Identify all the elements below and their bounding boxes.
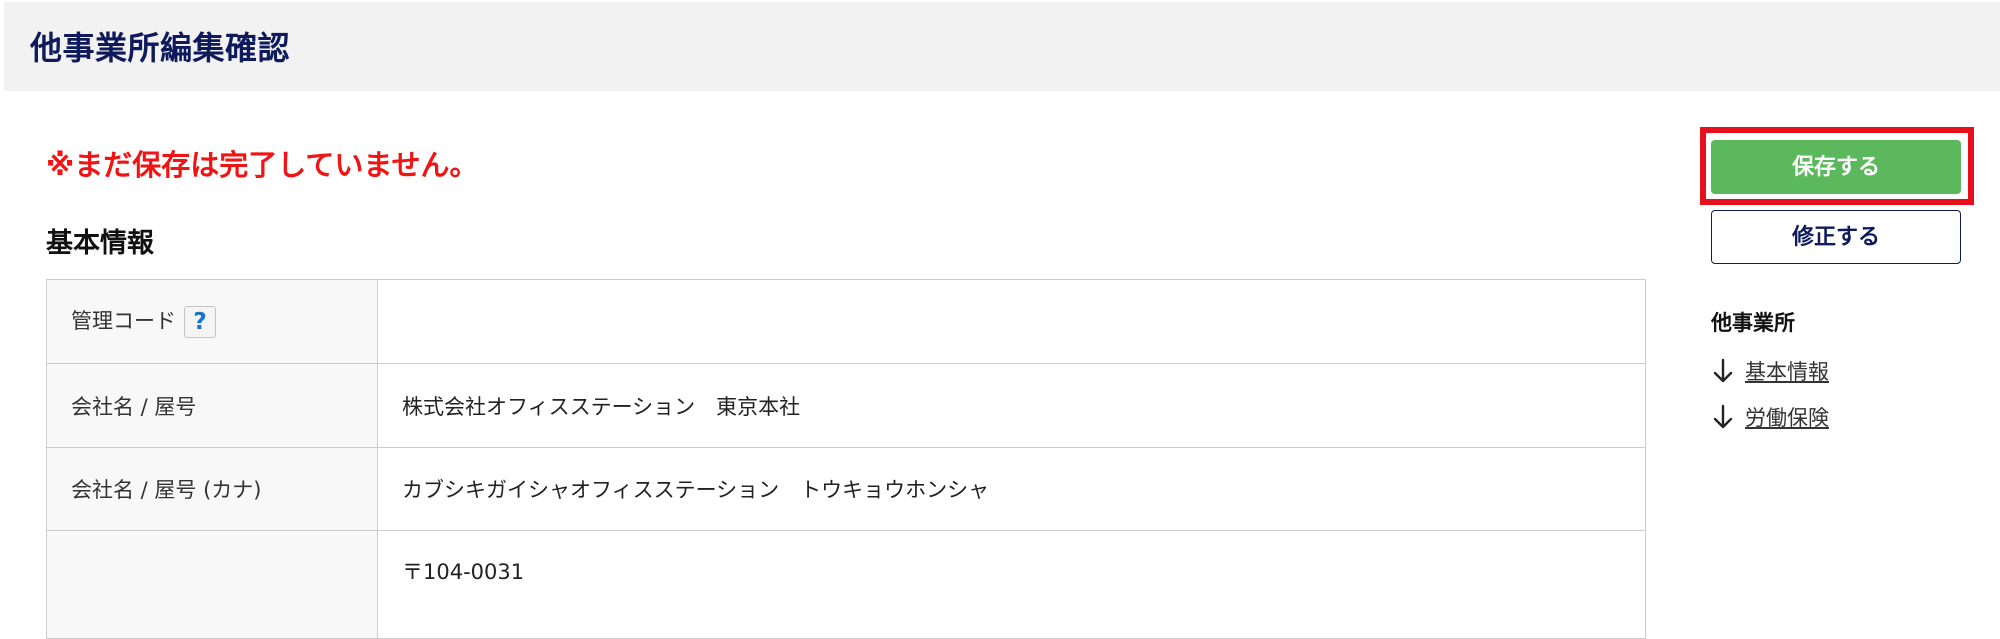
table-row: 会社名 / 屋号 (カナ) カブシキガイシャオフィスステーション トウキョウホン… [46,447,1646,531]
arrow-down-icon [1713,358,1733,383]
edit-button[interactable]: 修正する [1711,210,1961,264]
row-label-management-code: 管理コード? [46,279,378,364]
side-nav: 基本情報 労働保険 [1711,348,1829,440]
basic-info-table: 管理コード? 会社名 / 屋号 株式会社オフィスステーション 東京本社 会社名 … [46,279,1646,639]
side-nav-item-basic-info[interactable]: 基本情報 [1711,348,1829,394]
company-name-value: 株式会社オフィスステーション 東京本社 [377,363,1646,448]
table-row: 〒104-0031 [46,530,1646,639]
table-row: 会社名 / 屋号 株式会社オフィスステーション 東京本社 [46,363,1646,448]
save-button[interactable]: 保存する [1711,140,1961,194]
table-row: 管理コード? [46,279,1646,364]
arrow-down-icon [1713,404,1733,429]
company-name-kana-label: 会社名 / 屋号 (カナ) [46,447,378,531]
address-label [46,530,378,639]
side-nav-title: 他事業所 [1711,311,1795,335]
management-code-label: 管理コード [71,309,176,333]
page-title: 他事業所編集確認 [30,29,291,67]
page-header: 他事業所編集確認 [4,2,2000,91]
section-title-basic-info: 基本情報 [46,228,154,259]
management-code-value [377,279,1646,364]
question-icon[interactable]: ? [184,306,216,338]
company-name-label: 会社名 / 屋号 [46,363,378,448]
side-nav-item-labor-insurance[interactable]: 労働保険 [1711,394,1829,440]
side-nav-link-labor-insurance[interactable]: 労働保険 [1745,402,1829,432]
postal-code-value: 〒104-0031 [377,530,1646,639]
company-name-kana-value: カブシキガイシャオフィスステーション トウキョウホンシャ [377,447,1646,531]
unsaved-warning: ※まだ保存は完了していません。 [46,148,479,182]
side-nav-link-basic-info[interactable]: 基本情報 [1745,356,1829,386]
